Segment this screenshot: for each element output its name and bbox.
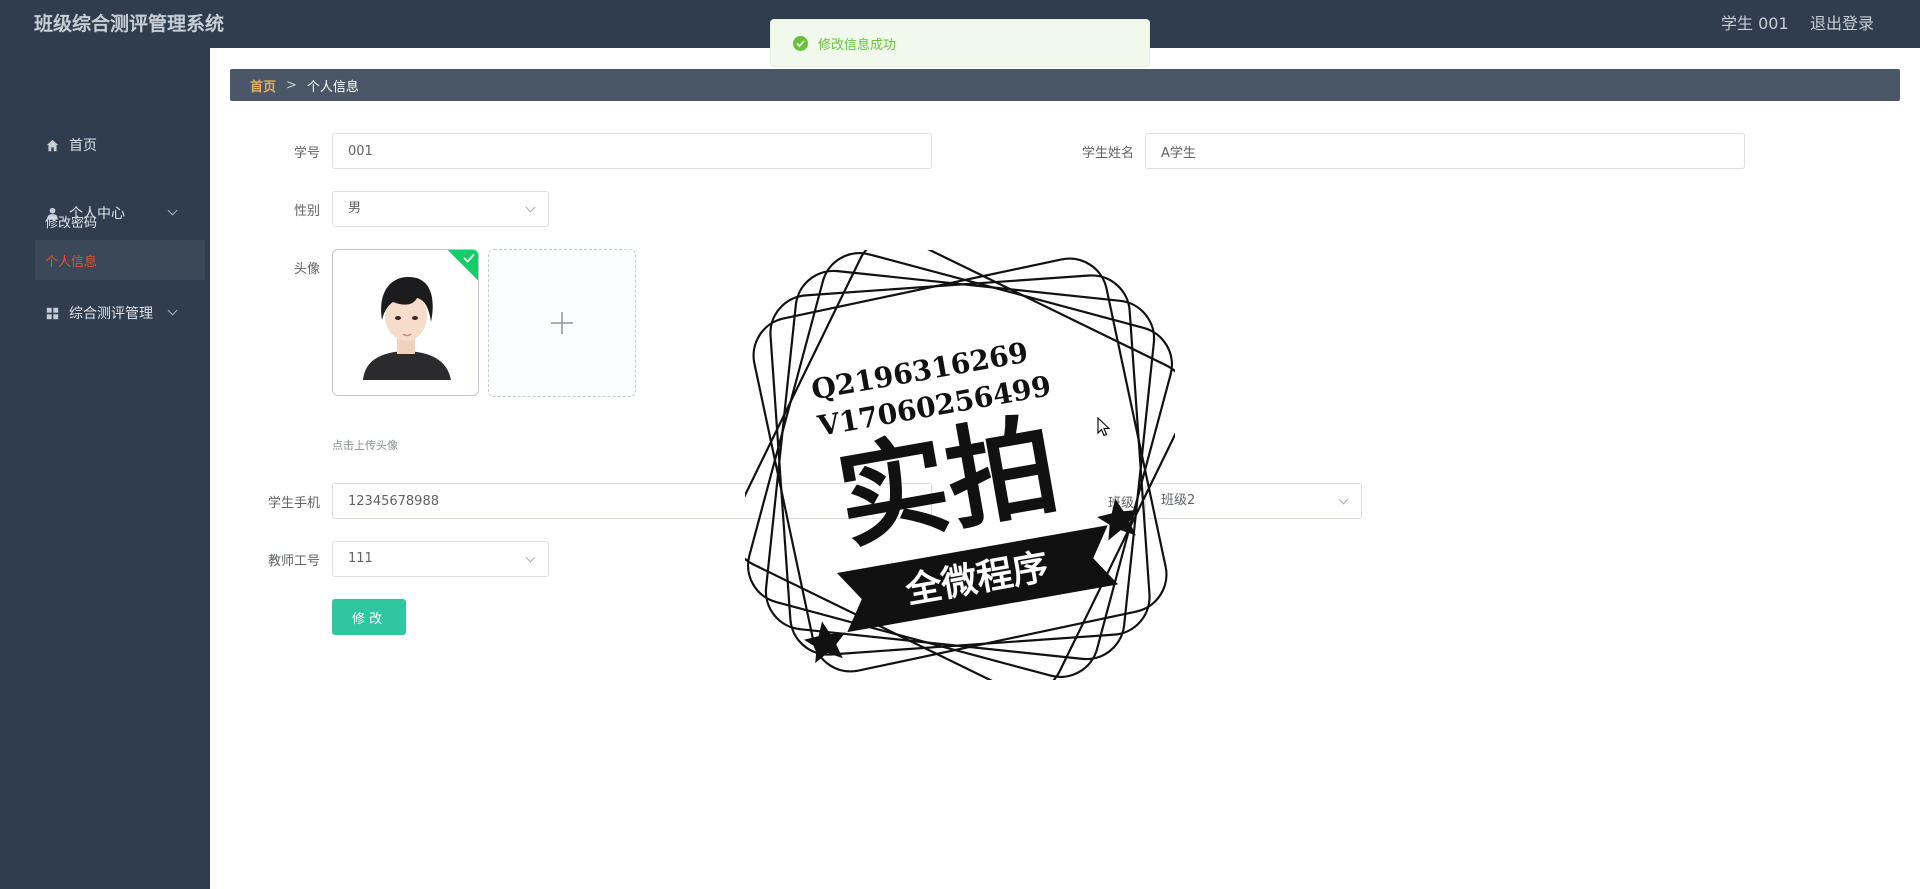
logout-link[interactable]: 退出登录 (1810, 0, 1874, 48)
success-icon (793, 35, 808, 51)
sidebar-item-label: 综合测评管理 (69, 306, 153, 322)
student-name-label: 学生姓名 (1081, 146, 1134, 161)
teacher-id-label: 教师工号 (267, 554, 320, 569)
breadcrumb-home[interactable]: 首页 (250, 76, 276, 95)
plus-icon (551, 312, 573, 334)
success-toast: 修改信息成功 (770, 19, 1150, 67)
sidebar: 首页 个人中心 修改密码 个人信息 综合测评管理 (0, 48, 210, 889)
sidebar-item-label: 首页 (69, 138, 97, 154)
sidebar-subitem-personal-info[interactable]: 个人信息 (45, 251, 97, 270)
student-id-input[interactable] (332, 133, 932, 169)
gender-label: 性别 (293, 204, 320, 219)
student-id-label: 学号 (293, 146, 320, 161)
breadcrumb-separator: > (286, 77, 297, 93)
watermark-stamp: Q2196316269 V17060256499 实拍 全微程序 (745, 250, 1175, 680)
avatar-image (333, 250, 478, 395)
upload-hint: 点击上传头像 (332, 439, 398, 452)
teacher-id-select[interactable]: 111 (332, 541, 549, 577)
teacher-id-select-value: 111 (348, 551, 373, 566)
home-icon (45, 138, 59, 152)
phone-label: 学生手机 (267, 496, 320, 511)
star-icon (803, 621, 846, 664)
chevron-down-icon (167, 205, 178, 216)
toast-message: 修改信息成功 (818, 37, 897, 53)
chevron-down-icon (525, 202, 536, 213)
grid-icon (45, 306, 59, 320)
avatar-preview[interactable] (332, 249, 479, 396)
app-title: 班级综合测评管理系统 (34, 13, 225, 35)
class-select[interactable]: 班级2 (1145, 483, 1362, 519)
breadcrumb-current: 个人信息 (306, 79, 359, 95)
gender-select[interactable]: 男 (332, 191, 549, 227)
sidebar-item-home[interactable]: 首页 (45, 133, 97, 157)
current-user: 学生 001 (1721, 14, 1789, 33)
gender-select-value: 男 (348, 201, 362, 216)
submit-button[interactable]: 修改 (332, 599, 406, 635)
chevron-down-icon (525, 552, 536, 563)
chevron-down-icon (1338, 494, 1349, 505)
sidebar-subitem-change-password[interactable]: 修改密码 (45, 212, 97, 231)
upload-avatar-button[interactable] (488, 249, 636, 397)
check-icon (463, 253, 475, 263)
avatar-label: 头像 (293, 262, 320, 277)
chevron-down-icon (167, 305, 178, 316)
student-name-input[interactable] (1145, 133, 1745, 169)
breadcrumb: 首页 > 个人信息 (230, 69, 1900, 101)
mouse-cursor-icon (1097, 417, 1111, 437)
sidebar-item-evaluation-management[interactable]: 综合测评管理 (45, 301, 185, 325)
